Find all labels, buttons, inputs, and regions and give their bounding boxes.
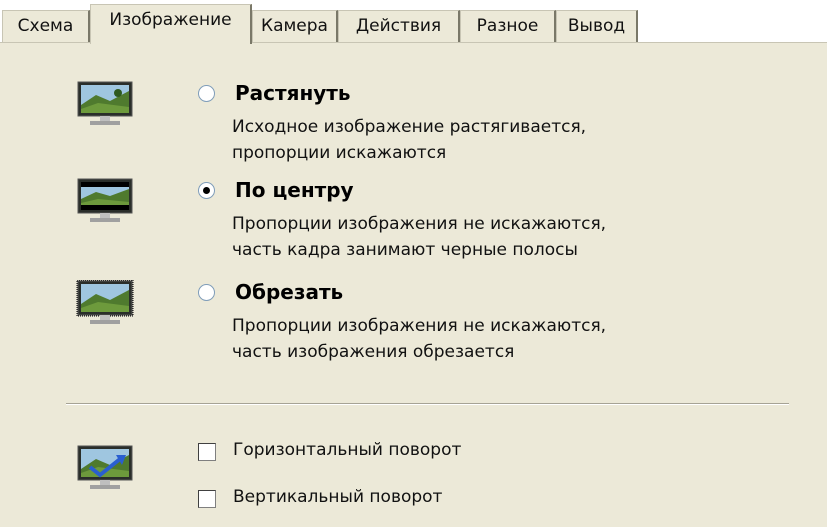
crop-title: Обрезать [235, 280, 344, 304]
center-desc-line2: часть кадра занимают черные полосы [232, 240, 578, 260]
stretch-description: Исходное изображение растягивается, проп… [232, 114, 586, 166]
vertical-flip-label[interactable]: Вертикальный поворот [233, 487, 442, 507]
tab-strip: Схема Изображение Камера Действия Разное… [0, 0, 827, 44]
vertical-flip-checkbox[interactable] [198, 490, 216, 508]
stretch-desc-line1: Исходное изображение растягивается, [232, 117, 587, 137]
separator [66, 403, 789, 405]
tab-schema[interactable]: Схема [2, 10, 90, 42]
tab-image[interactable]: Изображение [90, 4, 252, 44]
horizontal-flip-checkbox[interactable] [198, 443, 216, 461]
radio-selected-dot [203, 187, 210, 194]
tab-misc[interactable]: Разное [460, 10, 556, 42]
monitor-center-icon [77, 178, 133, 222]
monitor-stretch-icon [77, 81, 133, 125]
center-radio[interactable] [198, 182, 215, 199]
crop-desc-line2: часть изображения обрезается [232, 342, 515, 362]
stretch-radio[interactable] [198, 85, 215, 102]
monitor-flip-icon [77, 445, 133, 489]
horizontal-flip-label[interactable]: Горизонтальный поворот [233, 440, 461, 460]
stretch-title: Растянуть [235, 81, 351, 105]
center-desc-line1: Пропорции изображения не искажаются, [232, 214, 607, 234]
crop-description: Пропорции изображения не искажаются, час… [232, 313, 606, 365]
monitor-crop-icon [76, 280, 134, 324]
tab-actions[interactable]: Действия [338, 10, 460, 42]
stretch-desc-line2: пропорции искажаются [232, 143, 447, 163]
crop-desc-line1: Пропорции изображения не искажаются, [232, 316, 607, 336]
tab-output[interactable]: Вывод [556, 10, 638, 42]
tab-camera[interactable]: Камера [252, 10, 338, 42]
center-description: Пропорции изображения не искажаются, час… [232, 211, 606, 263]
crop-radio[interactable] [198, 284, 215, 301]
image-settings-panel: Растянуть Исходное изображение растягива… [0, 42, 827, 527]
center-title: По центру [235, 178, 354, 202]
